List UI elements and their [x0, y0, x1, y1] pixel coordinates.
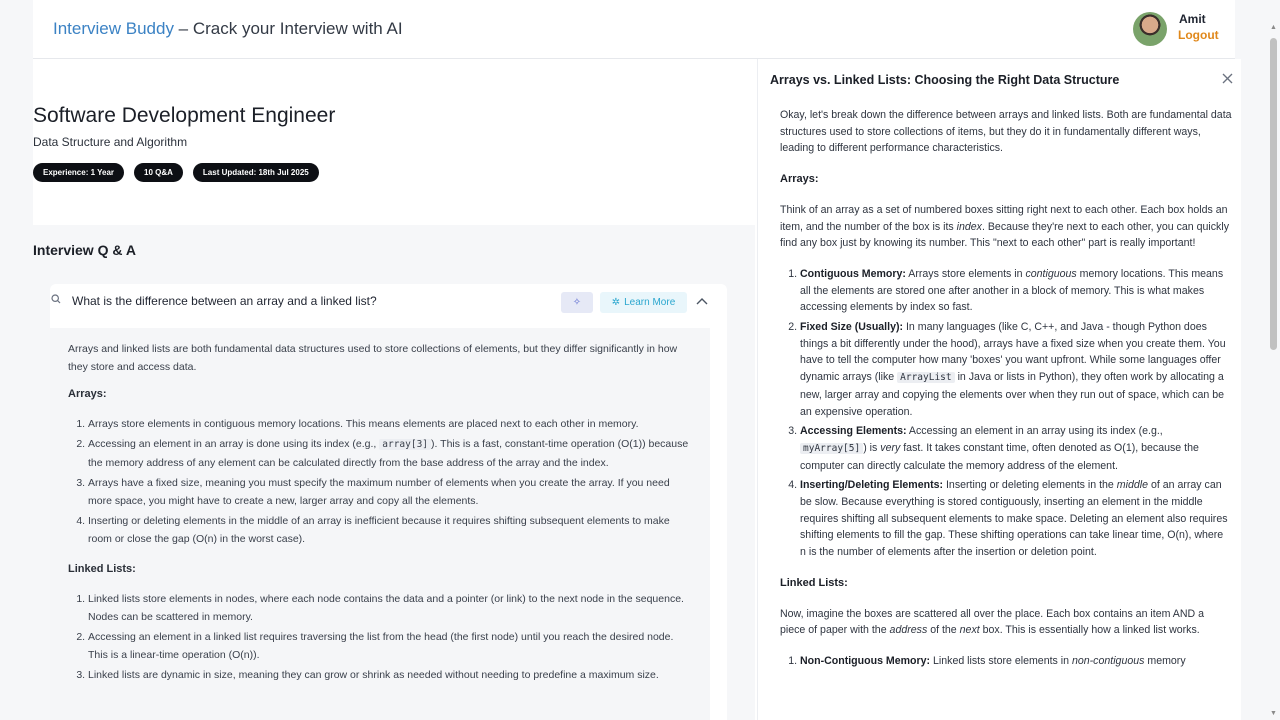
qa-section-title: Interview Q & A	[33, 242, 136, 258]
list-item: Arrays have a fixed size, meaning you mu…	[88, 474, 692, 510]
list-item: Linked lists are dynamic in size, meanin…	[88, 666, 692, 684]
answer-linked-heading: Linked Lists:	[68, 563, 136, 575]
experience-badge: Experience: 1 Year	[33, 163, 125, 182]
panel-arrays-paragraph: Think of an array as a set of numbered b…	[780, 203, 1229, 250]
learn-more-label: Learn More	[624, 297, 676, 308]
job-badges: Experience: 1 Year 10 Q&A Last Updated: …	[33, 163, 319, 182]
list-item: Linked lists store elements in nodes, wh…	[88, 590, 692, 626]
ai-sparkle-icon: ✧	[572, 297, 582, 308]
panel-intro: Okay, let's break down the difference be…	[780, 109, 1232, 155]
learn-more-button[interactable]: ✲ Learn More	[600, 292, 687, 313]
panel-arrays-heading: Arrays:	[780, 173, 819, 186]
list-item: Non-Contiguous Memory: Linked lists stor…	[800, 653, 1232, 670]
brand-name[interactable]: Interview Buddy	[53, 19, 174, 38]
chevron-up-icon[interactable]	[696, 294, 708, 308]
panel-linked-list: Non-Contiguous Memory: Linked lists stor…	[780, 653, 1232, 670]
answer-linked-list: Linked lists store elements in nodes, wh…	[68, 590, 692, 684]
user-name: Amit	[1179, 12, 1206, 26]
close-icon[interactable]	[1222, 71, 1233, 88]
list-item: Arrays store elements in contiguous memo…	[88, 415, 692, 433]
last-updated-badge: Last Updated: 18th Jul 2025	[192, 163, 319, 182]
list-item: Contiguous Memory: Arrays store elements…	[800, 266, 1232, 316]
search-icon	[51, 294, 61, 307]
code-snippet: myArray[5]	[800, 442, 864, 454]
logout-link[interactable]: Logout	[1178, 28, 1219, 42]
brand-tagline: – Crack your Interview with AI	[173, 19, 403, 38]
panel-arrays-list: Contiguous Memory: Arrays store elements…	[780, 266, 1232, 561]
panel-title: Arrays vs. Linked Lists: Choosing the Ri…	[770, 73, 1120, 87]
answer-arrays-list: Arrays store elements in contiguous memo…	[68, 415, 692, 548]
top-header: Interview Buddy – Crack your Interview w…	[33, 0, 1235, 59]
list-item: Accessing Elements: Accessing an element…	[800, 423, 1232, 474]
page-title: Software Development Engineer	[33, 104, 336, 127]
page-scrollbar[interactable]: ▲ ▼	[1269, 24, 1278, 717]
scrollbar-thumb[interactable]	[1270, 38, 1277, 350]
qa-count-badge: 10 Q&A	[134, 163, 183, 182]
list-item: Accessing an element in a linked list re…	[88, 628, 692, 664]
sparkle-icon: ✲	[611, 297, 621, 308]
list-item: Inserting or deleting elements in the mi…	[88, 512, 692, 548]
scroll-down-icon[interactable]: ▼	[1270, 710, 1277, 717]
code-snippet: ArrayList	[897, 372, 955, 384]
job-summary: Software Development Engineer Data Struc…	[33, 60, 755, 225]
brand-title[interactable]: Interview Buddy – Crack your Interview w…	[53, 19, 403, 39]
panel-linked-paragraph: Now, imagine the boxes are scattered all…	[780, 607, 1204, 637]
answer-arrays-heading: Arrays:	[68, 388, 107, 400]
list-item: Fixed Size (Usually): In many languages …	[800, 319, 1232, 420]
panel-linked-heading: Linked Lists:	[780, 576, 848, 589]
list-item: Accessing an element in an array is done…	[88, 435, 692, 472]
learn-more-panel: Arrays vs. Linked Lists: Choosing the Ri…	[757, 59, 1241, 720]
code-snippet: array[3]	[379, 439, 432, 450]
scroll-up-icon[interactable]: ▲	[1270, 24, 1277, 31]
avatar[interactable]	[1133, 12, 1167, 46]
question-text[interactable]: What is the difference between an array …	[72, 294, 377, 308]
list-item: Inserting/Deleting Elements: Inserting o…	[800, 477, 1232, 561]
ai-assist-button[interactable]: ✧	[561, 292, 593, 313]
panel-content: Okay, let's break down the difference be…	[780, 107, 1232, 720]
answer-intro: Arrays and linked lists are both fundame…	[68, 343, 678, 373]
question-card: What is the difference between an array …	[50, 284, 727, 720]
job-subtitle: Data Structure and Algorithm	[33, 135, 188, 149]
answer-content: Arrays and linked lists are both fundame…	[50, 328, 710, 720]
